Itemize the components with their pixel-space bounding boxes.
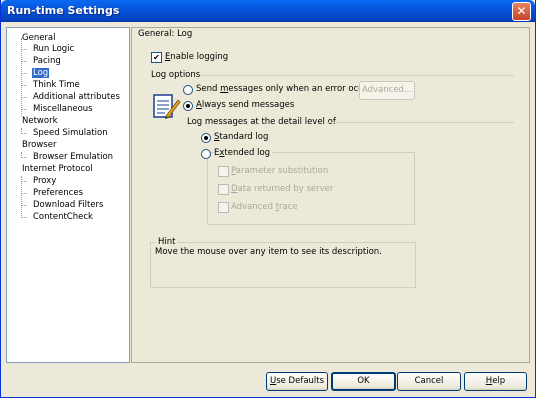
extended-log-radio[interactable] [201,149,211,159]
advanced-trace-checkbox[interactable] [218,202,229,213]
log-options-label: Log options [151,70,201,80]
close-button[interactable]: ✕ [512,2,531,21]
log-notepad-icon [153,94,181,119]
tree-item-run-logic[interactable]: Run Logic [33,44,74,55]
tree-item-network[interactable]: Network [22,116,58,127]
parameter-substitution-checkbox[interactable] [218,166,229,177]
standard-log-label[interactable]: Standard log [214,132,268,142]
always-send-label[interactable]: Always send messages [196,100,294,110]
always-send-radio[interactable] [183,101,193,111]
data-returned-label[interactable]: Data returned by server [231,184,333,194]
parameter-substitution-label[interactable]: Parameter substitution [231,166,328,176]
tree-item-preferences[interactable]: Preferences [33,188,83,199]
window-title: Run-time Settings [7,4,120,17]
detail-level-label: Log messages at the detail level of [187,117,336,127]
run-time-settings-dialog: Run-time Settings ✕ General Run Logic Pa… [0,0,536,398]
extended-log-label[interactable]: Extended log [214,148,273,158]
tree-item-general[interactable]: General [22,33,56,44]
tree-item-download-filters[interactable]: Download Filters [33,200,103,211]
tree-item-additional-attributes[interactable]: Additional attributes [33,92,120,103]
log-settings-panel: General: Log ✔ Enable logging Log option… [131,27,530,363]
send-on-error-radio[interactable] [183,85,193,95]
panel-heading: General: Log [138,29,193,39]
tree-item-proxy[interactable]: Proxy [33,176,56,187]
close-icon: ✕ [516,4,527,18]
detail-level-divider [326,122,514,123]
tree-item-browser[interactable]: Browser [22,140,56,151]
advanced-button[interactable]: Advanced... [359,81,415,100]
hint-text: Move the mouse over any item to see its … [155,247,382,257]
data-returned-checkbox[interactable] [218,184,229,195]
use-defaults-button[interactable]: Use Defaults [266,372,328,391]
tree-item-think-time[interactable]: Think Time [33,80,80,91]
cancel-button[interactable]: Cancel [397,372,461,391]
tree-item-miscellaneous[interactable]: Miscellaneous [33,104,93,115]
tree-item-log[interactable]: Log [32,68,50,79]
tree-item-pacing[interactable]: Pacing [33,56,61,67]
tree-item-browser-emulation[interactable]: Browser Emulation [33,152,113,163]
send-on-error-label[interactable]: Send messages only when an error occurs [196,84,376,94]
hint-title: Hint [156,237,178,247]
help-button[interactable]: Help [464,372,527,391]
enable-logging-label[interactable]: Enable logging [165,52,228,62]
advanced-trace-label[interactable]: Advanced trace [231,202,298,212]
title-bar[interactable]: Run-time Settings ✕ [1,0,535,22]
tree-item-speed-simulation[interactable]: Speed Simulation [33,128,108,139]
standard-log-radio[interactable] [201,133,211,143]
settings-tree[interactable]: General Run Logic Pacing Log Think Time … [6,27,130,363]
ok-button[interactable]: OK [331,372,396,391]
tree-item-contentcheck[interactable]: ContentCheck [33,212,93,223]
log-options-divider [200,75,514,76]
tree-item-internet-protocol[interactable]: Internet Protocol [22,164,93,175]
enable-logging-checkbox[interactable]: ✔ [151,52,162,63]
